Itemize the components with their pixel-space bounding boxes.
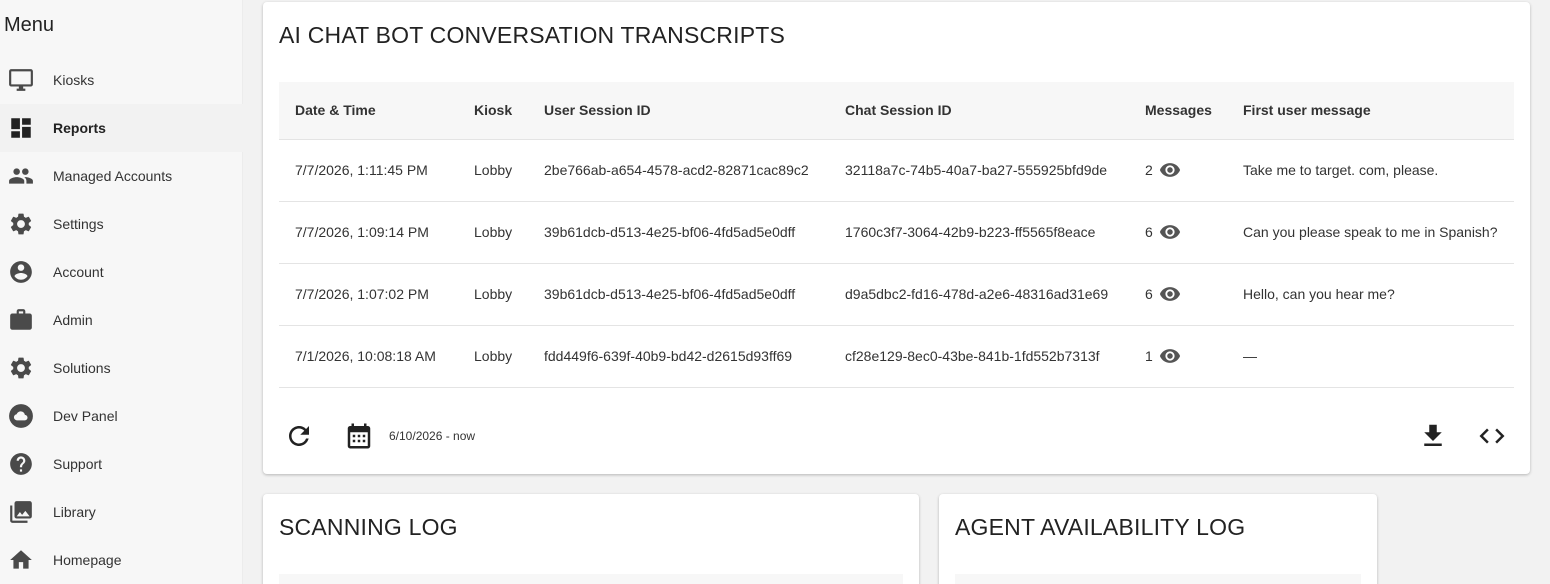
cell-kiosk: Lobby <box>458 201 528 264</box>
cell-user-session-id: 39b61dcb-d513-4e25-bf06-4fd5ad5e0dff <box>528 263 829 326</box>
column-header-user-session-id[interactable]: User Session ID <box>528 82 829 140</box>
column-header-messages[interactable]: Messages <box>1129 82 1227 140</box>
cell-datetime: 7/7/2026, 1:07:02 PM <box>279 263 458 326</box>
sidebar-item-admin[interactable]: Admin <box>0 296 243 344</box>
column-header-chat-session-id[interactable]: Chat Session ID <box>829 82 1129 140</box>
message-count: 6 <box>1145 224 1153 240</box>
calendar-icon[interactable] <box>339 416 379 456</box>
message-count: 1 <box>1145 348 1153 364</box>
sidebar-item-managed-accounts[interactable]: Managed Accounts <box>0 152 243 200</box>
sidebar-item-settings[interactable]: Settings <box>0 200 243 248</box>
sidebar-item-label: Managed Accounts <box>53 168 173 184</box>
cloud-icon <box>8 404 34 428</box>
code-icon[interactable] <box>1472 416 1512 456</box>
sidebar-item-label: Kiosks <box>53 72 95 88</box>
sidebar-item-account[interactable]: Account <box>0 248 243 296</box>
sidebar-item-library[interactable]: Library <box>0 488 243 536</box>
sidebar-item-label: Account <box>53 264 104 280</box>
cell-first-user-message: Take me to target. com, please. <box>1227 139 1514 202</box>
briefcase-icon <box>8 308 34 332</box>
photo-library-icon <box>8 500 34 524</box>
table-row: 7/7/2026, 1:09:14 PM Lobby 39b61dcb-d513… <box>279 201 1514 264</box>
cell-datetime: 7/7/2026, 1:11:45 PM <box>279 139 458 202</box>
cell-user-session-id: 39b61dcb-d513-4e25-bf06-4fd5ad5e0dff <box>528 201 829 264</box>
sidebar-item-support[interactable]: Support <box>0 440 243 488</box>
sidebar-item-label: Settings <box>53 216 104 232</box>
sidebar-item-label: Homepage <box>53 552 122 568</box>
message-count: 2 <box>1145 162 1153 178</box>
cell-first-user-message: Can you please speak to me in Spanish? <box>1227 201 1514 264</box>
cell-chat-session-id: d9a5dbc2-fd16-478d-a2e6-48316ad31e69 <box>829 263 1129 326</box>
sidebar-item-label: Admin <box>53 312 93 328</box>
message-count: 6 <box>1145 286 1153 302</box>
sidebar-item-homepage[interactable]: Homepage <box>0 536 243 584</box>
menu-title: Menu <box>4 14 55 36</box>
cell-first-user-message: Hello, can you hear me? <box>1227 263 1514 326</box>
account-circle-icon <box>8 260 34 284</box>
cell-first-user-message: — <box>1227 325 1514 388</box>
date-range-label: 6/10/2026 - now <box>389 429 476 443</box>
cell-chat-session-id: cf28e129-8ec0-43be-841b-1fd552b7313f <box>829 325 1129 388</box>
monitor-icon <box>8 68 34 92</box>
agent-availability-log-card: AGENT AVAILABILITY LOG <box>939 494 1377 584</box>
cell-messages: 6 <box>1129 263 1227 326</box>
sidebar: Menu Kiosks Reports Managed Accounts Set… <box>0 0 243 584</box>
dashboard-icon <box>8 116 34 140</box>
card-title: AGENT AVAILABILITY LOG <box>955 514 1246 540</box>
cell-kiosk: Lobby <box>458 139 528 202</box>
gear-icon <box>8 356 34 380</box>
view-eye-icon[interactable] <box>1159 159 1181 181</box>
transcripts-card: AI CHAT BOT CONVERSATION TRANSCRIPTS Dat… <box>263 2 1530 474</box>
table-row: 7/7/2026, 1:11:45 PM Lobby 2be766ab-a654… <box>279 139 1514 202</box>
download-icon[interactable] <box>1413 416 1453 456</box>
column-header-first-user-message[interactable]: First user message <box>1227 82 1514 140</box>
scanning-log-card: SCANNING LOG <box>263 494 919 584</box>
view-eye-icon[interactable] <box>1159 221 1181 243</box>
cell-messages: 1 <box>1129 325 1227 388</box>
cell-messages: 2 <box>1129 139 1227 202</box>
cell-chat-session-id: 1760c3f7-3064-42b9-b223-ff5565f8eace <box>829 201 1129 264</box>
sidebar-item-label: Dev Panel <box>53 408 118 424</box>
people-icon <box>8 164 34 188</box>
transcripts-table: Date & Time Kiosk User Session ID Chat S… <box>279 82 1514 388</box>
cell-user-session-id: fdd449f6-639f-40b9-bd42-d2615d93ff69 <box>528 325 829 388</box>
card-footer: 6/10/2026 - now <box>279 412 1514 462</box>
cell-datetime: 7/1/2026, 10:08:18 AM <box>279 325 458 388</box>
cell-user-session-id: 2be766ab-a654-4578-acd2-82871cac89c2 <box>528 139 829 202</box>
column-header-kiosk[interactable]: Kiosk <box>458 82 528 140</box>
cell-kiosk: Lobby <box>458 325 528 388</box>
sidebar-item-reports[interactable]: Reports <box>0 104 243 152</box>
cell-kiosk: Lobby <box>458 263 528 326</box>
table-header-strip <box>279 574 903 584</box>
table-row: 7/1/2026, 10:08:18 AM Lobby fdd449f6-639… <box>279 325 1514 388</box>
view-eye-icon[interactable] <box>1159 345 1181 367</box>
sidebar-item-kiosks[interactable]: Kiosks <box>0 56 243 104</box>
gear-icon <box>8 212 34 236</box>
help-icon <box>8 452 34 476</box>
cell-messages: 6 <box>1129 201 1227 264</box>
sidebar-item-label: Solutions <box>53 360 111 376</box>
column-header-datetime[interactable]: Date & Time <box>279 82 458 140</box>
sidebar-item-label: Support <box>53 456 103 472</box>
table-header-strip <box>955 574 1361 584</box>
card-title: AI CHAT BOT CONVERSATION TRANSCRIPTS <box>279 22 786 48</box>
table-row: 7/7/2026, 1:07:02 PM Lobby 39b61dcb-d513… <box>279 263 1514 326</box>
sidebar-item-label: Library <box>53 504 96 520</box>
sidebar-item-label: Reports <box>53 120 106 136</box>
refresh-icon[interactable] <box>279 416 319 456</box>
card-title: SCANNING LOG <box>279 514 458 540</box>
cell-datetime: 7/7/2026, 1:09:14 PM <box>279 201 458 264</box>
sidebar-item-dev-panel[interactable]: Dev Panel <box>0 392 243 440</box>
sidebar-item-solutions[interactable]: Solutions <box>0 344 243 392</box>
view-eye-icon[interactable] <box>1159 283 1181 305</box>
cell-chat-session-id: 32118a7c-74b5-40a7-ba27-555925bfd9de <box>829 139 1129 202</box>
home-icon <box>8 548 34 572</box>
table-header-row: Date & Time Kiosk User Session ID Chat S… <box>279 82 1514 140</box>
